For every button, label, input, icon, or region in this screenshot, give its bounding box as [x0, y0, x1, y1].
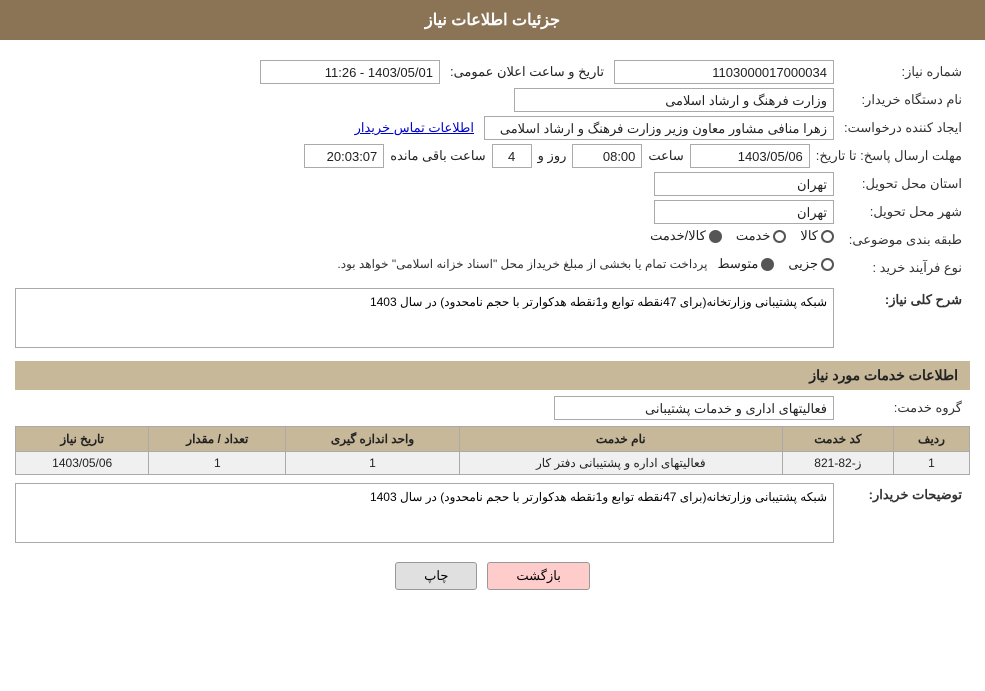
deadline-row: مهلت ارسال پاسخ: تا تاریخ: 1403/05/06 سا…	[15, 144, 970, 168]
need-number-input: 1103000017000034	[614, 60, 834, 84]
services-section-title: اطلاعات خدمات مورد نیاز	[15, 361, 970, 390]
print-button[interactable]: چاپ	[395, 562, 477, 590]
buyer-description-label: توضیحات خریدار:	[840, 483, 970, 507]
category-kala-label: کالا	[800, 228, 818, 244]
table-cell: فعالیتهای اداره و پشتیبانی دفتر کار	[459, 452, 782, 475]
radio-khedmat-icon	[773, 230, 786, 243]
purchase-type-row: نوع فرآیند خرید : جزیی متوسط پرداخت تمام…	[15, 256, 970, 280]
main-content: شماره نیاز: 1103000017000034 تاریخ و ساع…	[0, 40, 985, 610]
category-row: طبقه بندی موضوعی: کالا خدمت کالا/خدمت	[15, 228, 970, 252]
col-header-date: تاریخ نیاز	[16, 427, 149, 452]
purchase-type-motavaset-label: متوسط	[717, 256, 758, 272]
buyer-description-row: توضیحات خریدار:	[15, 483, 970, 546]
category-option-kala: کالا	[800, 228, 834, 244]
creator-value-area: زهرا منافی مشاور معاون وزیر وزارت فرهنگ …	[15, 116, 834, 140]
announce-date-input: 1403/05/01 - 11:26	[260, 60, 440, 84]
city-row: شهر محل تحویل: تهران	[15, 200, 970, 224]
city-label: شهر محل تحویل:	[840, 200, 970, 224]
province-row: استان محل تحویل: تهران	[15, 172, 970, 196]
province-label: استان محل تحویل:	[840, 172, 970, 196]
need-number-label: شماره نیاز:	[840, 60, 970, 84]
need-description-row: شرح کلی نیاز:	[15, 288, 970, 351]
table-cell: 1	[286, 452, 460, 475]
need-description-textarea[interactable]	[15, 288, 834, 348]
creator-input: زهرا منافی مشاور معاون وزیر وزارت فرهنگ …	[484, 116, 834, 140]
back-button[interactable]: بازگشت	[487, 562, 589, 590]
col-header-row: ردیف	[894, 427, 970, 452]
services-table: ردیف کد خدمت نام خدمت واحد اندازه گیری ت…	[15, 426, 970, 475]
org-name-value-area: وزارت فرهنگ و ارشاد اسلامی	[15, 88, 834, 112]
purchase-notice-text: پرداخت تمام یا بخشی از مبلغ خریداز محل "…	[337, 257, 707, 271]
deadline-remaining-label: ساعت باقی مانده	[390, 148, 485, 164]
table-cell: 1	[894, 452, 970, 475]
radio-jozi-icon	[821, 258, 834, 271]
col-header-unit: واحد اندازه گیری	[286, 427, 460, 452]
creator-row: ایجاد کننده درخواست: زهرا منافی مشاور مع…	[15, 116, 970, 140]
org-name-input: وزارت فرهنگ و ارشاد اسلامی	[514, 88, 834, 112]
table-cell: 1403/05/06	[16, 452, 149, 475]
deadline-remaining-input: 20:03:07	[304, 144, 384, 168]
service-group-value-area: فعالیتهای اداری و خدمات پشتیبانی	[15, 396, 834, 420]
table-row: 1ز-82-821فعالیتهای اداره و پشتیبانی دفتر…	[16, 452, 970, 475]
category-value-area: کالا خدمت کالا/خدمت	[15, 228, 834, 244]
col-header-code: کد خدمت	[782, 427, 893, 452]
service-group-label: گروه خدمت:	[840, 396, 970, 420]
category-khedmat-label: خدمت	[736, 228, 771, 244]
radio-motavaset-icon	[761, 258, 774, 271]
col-header-name: نام خدمت	[459, 427, 782, 452]
purchase-type-jozi-label: جزیی	[788, 256, 818, 272]
table-cell: ز-82-821	[782, 452, 893, 475]
need-description-label: شرح کلی نیاز:	[840, 288, 970, 312]
deadline-days-input: 4	[492, 144, 532, 168]
deadline-label: مهلت ارسال پاسخ: تا تاریخ:	[816, 144, 970, 168]
creator-label: ایجاد کننده درخواست:	[840, 116, 970, 140]
org-name-row: نام دستگاه خریدار: وزارت فرهنگ و ارشاد ا…	[15, 88, 970, 112]
service-group-input: فعالیتهای اداری و خدمات پشتیبانی	[554, 396, 834, 420]
category-option-kala-khedmat: کالا/خدمت	[650, 228, 722, 244]
deadline-date-input: 1403/05/06	[690, 144, 810, 168]
deadline-time-label: ساعت	[648, 148, 683, 164]
category-kala-khedmat-label: کالا/خدمت	[650, 228, 706, 244]
need-number-row: شماره نیاز: 1103000017000034 تاریخ و ساع…	[15, 60, 970, 84]
deadline-days-label: روز و	[538, 148, 567, 164]
radio-kala-khedmat-icon	[709, 230, 722, 243]
deadline-value-area: 1403/05/06 ساعت 08:00 روز و 4 ساعت باقی …	[15, 144, 810, 168]
province-input: تهران	[654, 172, 834, 196]
org-name-label: نام دستگاه خریدار:	[840, 88, 970, 112]
city-input: تهران	[654, 200, 834, 224]
page-title: جزئیات اطلاعات نیاز	[425, 12, 560, 29]
province-value-area: تهران	[15, 172, 834, 196]
page-header: جزئیات اطلاعات نیاز	[0, 0, 985, 40]
col-header-quantity: تعداد / مقدار	[149, 427, 286, 452]
category-option-khedmat: خدمت	[736, 228, 787, 244]
purchase-type-label: نوع فرآیند خرید :	[840, 256, 970, 280]
purchase-type-radio-group: جزیی متوسط	[717, 256, 834, 272]
table-cell: 1	[149, 452, 286, 475]
service-group-row: گروه خدمت: فعالیتهای اداری و خدمات پشتیب…	[15, 396, 970, 420]
need-description-value-area	[15, 288, 834, 351]
footer-buttons: بازگشت چاپ	[15, 562, 970, 590]
purchase-type-value-area: جزیی متوسط پرداخت تمام یا بخشی از مبلغ خ…	[15, 256, 834, 272]
category-radio-group: کالا خدمت کالا/خدمت	[15, 228, 834, 244]
buyer-description-value-area	[15, 483, 834, 546]
need-number-value-area: 1103000017000034 تاریخ و ساعت اعلان عموم…	[15, 60, 834, 84]
purchase-type-jozi: جزیی	[788, 256, 834, 272]
purchase-type-motavaset: متوسط	[717, 256, 774, 272]
creator-contact-link[interactable]: اطلاعات تماس خریدار	[355, 120, 474, 136]
category-label: طبقه بندی موضوعی:	[840, 228, 970, 252]
buyer-description-textarea[interactable]	[15, 483, 834, 543]
radio-kala-icon	[821, 230, 834, 243]
page-wrapper: جزئیات اطلاعات نیاز شماره نیاز: 11030000…	[0, 0, 985, 691]
city-value-area: تهران	[15, 200, 834, 224]
deadline-time-input: 08:00	[572, 144, 642, 168]
announce-date-label: تاریخ و ساعت اعلان عمومی:	[450, 64, 604, 80]
